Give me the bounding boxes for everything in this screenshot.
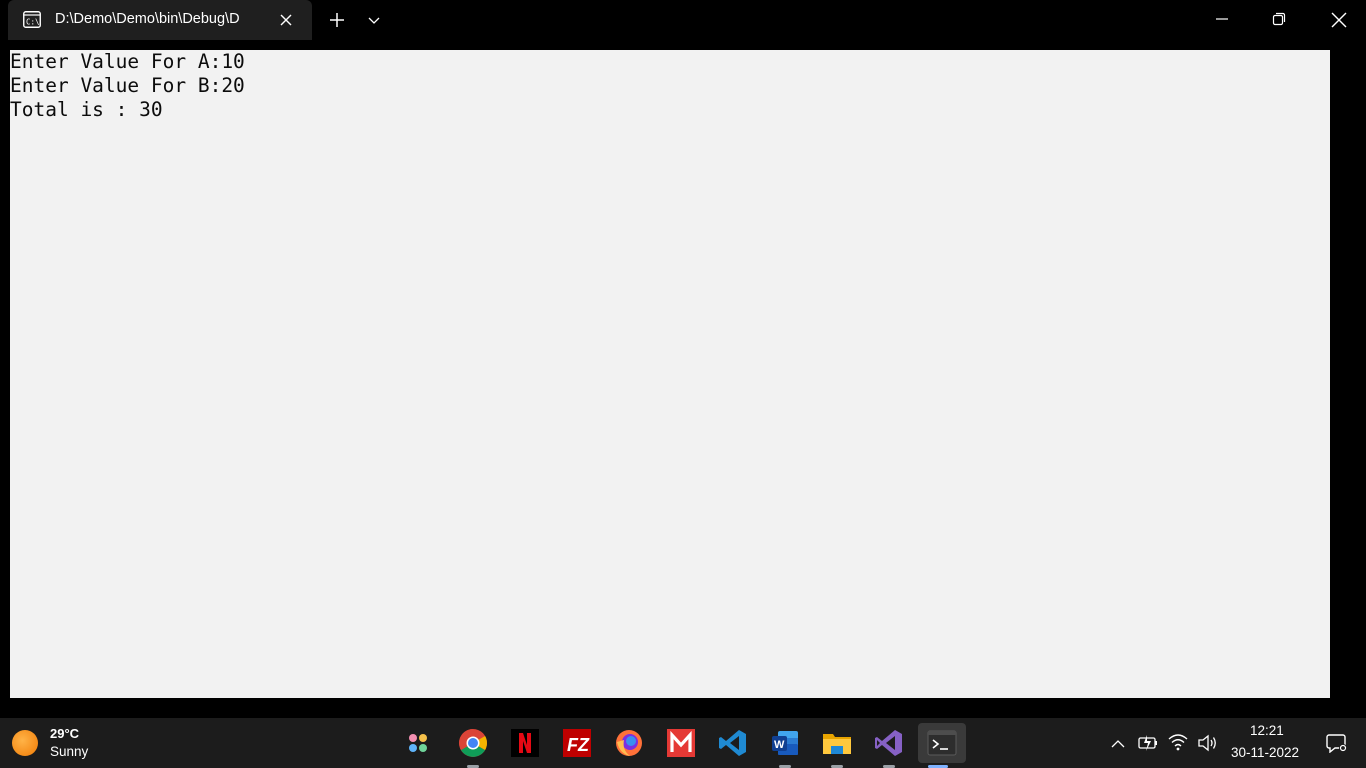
new-tab-button[interactable] [326, 10, 348, 30]
filezilla-button[interactable]: FZ [557, 723, 597, 763]
terminal-button[interactable] [918, 723, 966, 768]
terminal-tab[interactable]: C:\ D:\Demo\Demo\bin\Debug\D [8, 0, 312, 40]
close-icon [1331, 12, 1347, 28]
widgets-icon [409, 734, 427, 752]
minimize-icon [1216, 18, 1228, 20]
console-icon: C:\ [23, 11, 41, 28]
word-icon: W [772, 731, 798, 755]
netflix-button[interactable] [505, 723, 545, 763]
gmail-icon [667, 729, 695, 757]
console-line: Enter Value For B:20 [10, 74, 245, 97]
visual-studio-icon [875, 730, 902, 756]
chevron-up-icon[interactable] [1110, 718, 1126, 768]
vscode-icon [719, 730, 746, 756]
visual-studio-button[interactable] [869, 723, 909, 768]
volume-icon[interactable] [1197, 718, 1219, 768]
title-bar: C:\ D:\Demo\Demo\bin\Debug\D [0, 0, 1366, 40]
vscode-button[interactable] [713, 723, 753, 763]
sun-icon[interactable] [12, 730, 38, 756]
wifi-icon[interactable] [1167, 718, 1189, 768]
firefox-icon [616, 730, 642, 756]
gmail-button[interactable] [661, 723, 701, 763]
folder-icon [823, 734, 851, 754]
notification-icon[interactable] [1326, 733, 1348, 753]
svg-text:FZ: FZ [567, 735, 590, 755]
chrome-icon [459, 729, 487, 757]
console-output[interactable]: Enter Value For A:10 Enter Value For B:2… [10, 50, 1330, 698]
clock-date[interactable]: 30-11-2022 [1231, 745, 1299, 760]
svg-text:W: W [774, 739, 785, 751]
widgets-button[interactable] [398, 723, 438, 763]
clock-time[interactable]: 12:21 [1250, 723, 1284, 738]
restore-icon [1272, 12, 1286, 26]
netflix-icon [511, 729, 539, 757]
console-line: Enter Value For A:10 [10, 50, 245, 73]
weather-temperature[interactable]: 29°C [50, 726, 79, 741]
terminal-icon [927, 730, 957, 756]
word-button[interactable]: W [765, 723, 805, 768]
svg-text:C:\: C:\ [26, 18, 40, 27]
close-window-button[interactable] [1310, 0, 1366, 40]
firefox-button[interactable] [609, 723, 649, 763]
console-line: Total is : 30 [10, 98, 163, 121]
battery-charging-icon[interactable] [1137, 718, 1159, 768]
filezilla-icon: FZ [563, 729, 591, 757]
file-explorer-button[interactable] [817, 723, 857, 768]
tab-title: D:\Demo\Demo\bin\Debug\D [55, 11, 240, 27]
chrome-button[interactable] [453, 723, 493, 768]
chevron-down-icon[interactable] [364, 12, 384, 28]
taskbar: 29°C Sunny FZ W 12:21 30-11-2022 [0, 718, 1366, 768]
minimize-button[interactable] [1194, 0, 1250, 40]
restore-button[interactable] [1251, 0, 1307, 40]
close-tab-icon[interactable] [278, 12, 294, 28]
weather-condition[interactable]: Sunny [50, 744, 88, 759]
